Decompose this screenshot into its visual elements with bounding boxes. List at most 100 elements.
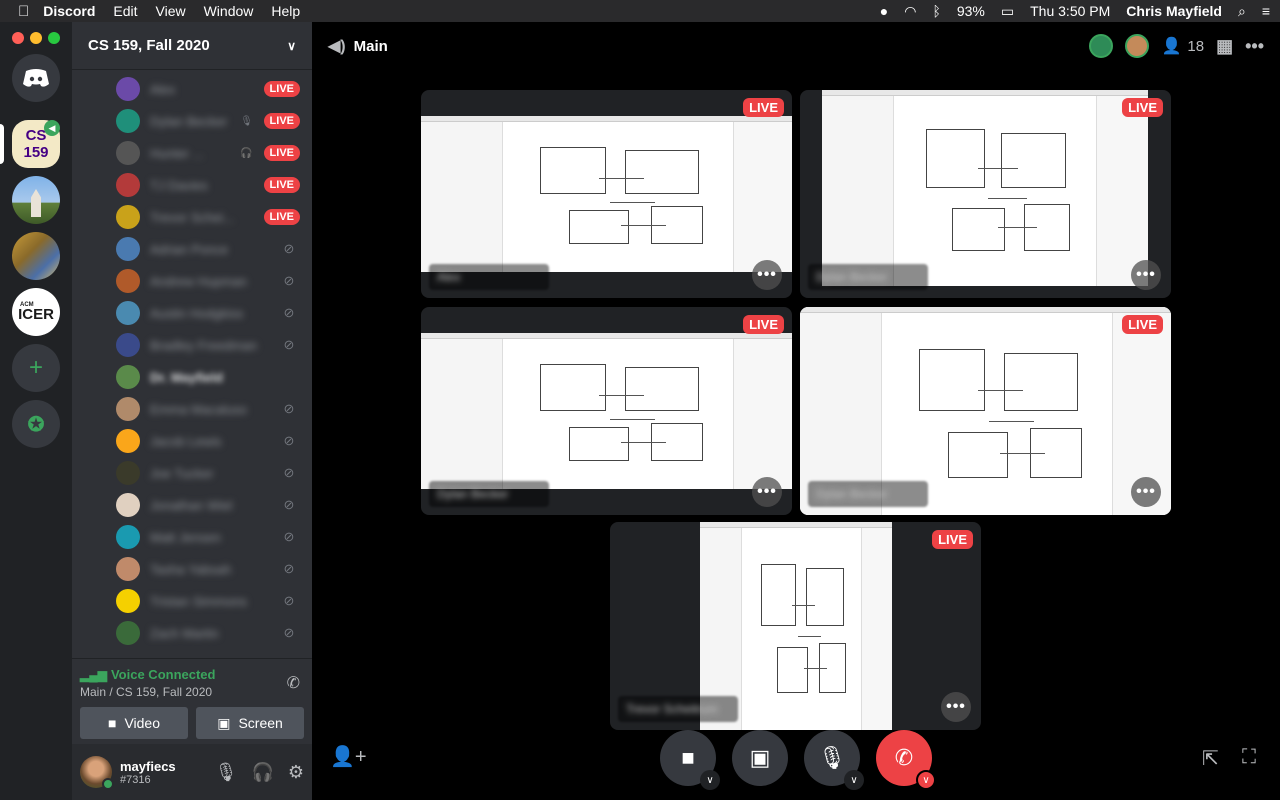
menu-help[interactable]: Help	[271, 3, 300, 19]
voice-status[interactable]: Voice Connected	[111, 667, 216, 682]
avatar	[116, 365, 140, 389]
mute-button[interactable]: 🎙 ∨	[804, 730, 864, 790]
avatar	[116, 77, 140, 101]
speaker-icon: ◀)	[328, 38, 346, 55]
invite-icon[interactable]: 👤+	[330, 744, 367, 769]
member-row[interactable]: Joe Tucker ⊘	[116, 458, 306, 488]
wifi-icon[interactable]: ◠	[904, 3, 916, 20]
avatar	[116, 301, 140, 325]
member-name: Dr. Mayfield	[150, 369, 223, 385]
muted-icon: ⊘	[283, 625, 295, 640]
screen-share-button[interactable]: ▣ Screen	[196, 707, 304, 739]
menu-edit[interactable]: Edit	[113, 3, 137, 19]
stream-more-options-icon[interactable]: •••	[752, 477, 782, 507]
server-church[interactable]	[12, 176, 60, 224]
member-row[interactable]: Hunter ... 🎧 LIVE	[116, 138, 306, 168]
layout-icon[interactable]: ▦	[1216, 36, 1233, 57]
camera-button[interactable]: ■ ∨	[660, 730, 720, 790]
streamer-name: Trevor Scheitrum	[626, 702, 718, 716]
member-row[interactable]: Matt Jensen ⊘	[116, 522, 306, 552]
explore-servers-button[interactable]: ✪	[12, 400, 60, 448]
apple-icon[interactable]: 	[18, 3, 29, 20]
minimize-window-button[interactable]	[30, 32, 42, 44]
member-row[interactable]: Alex LIVE	[116, 74, 306, 104]
user-tag[interactable]: #7316	[120, 774, 215, 786]
voice-stage: ◀) Main 👤 18 ▦ ••• LIVE Alex ••• LIVE Dylan …	[312, 22, 1280, 800]
headphones-icon[interactable]: 🎧	[251, 762, 273, 783]
member-row[interactable]: Jonathan Wiel ⊘	[116, 490, 306, 520]
pop-out-icon[interactable]: ⇱	[1202, 746, 1219, 771]
disconnect-options-chevron-icon[interactable]: ∨	[916, 770, 936, 790]
menu-view[interactable]: View	[156, 3, 186, 19]
avatar[interactable]	[80, 756, 114, 790]
stream-more-options-icon[interactable]: •••	[941, 692, 971, 722]
zoom-window-button[interactable]	[48, 32, 60, 44]
member-name: Adrian Ponce	[150, 241, 229, 257]
member-row[interactable]: Emma Macaluso ⊘	[116, 394, 306, 424]
video-button[interactable]: ■ Video	[80, 707, 188, 739]
server-icer[interactable]: ACM ICER	[12, 288, 60, 336]
share-screen-button[interactable]: ▣	[732, 730, 788, 786]
member-row[interactable]: Adrian Ponce ⊘	[116, 234, 306, 264]
username[interactable]: mayfiecs	[120, 759, 215, 774]
home-button[interactable]	[12, 54, 60, 102]
member-row[interactable]: Bradley Freedman ⊘	[116, 330, 306, 360]
stream-more-options-icon[interactable]: •••	[1131, 477, 1161, 507]
stream-tile[interactable]: LIVE Dylan Becker •••	[800, 307, 1171, 515]
stream-tile[interactable]: LIVE Dylan Becker •••	[800, 90, 1171, 298]
disconnect-icon[interactable]: ✆	[287, 673, 300, 693]
people-icon[interactable]: 👤	[1161, 36, 1181, 56]
mic-options-chevron-icon[interactable]: ∨	[844, 770, 864, 790]
more-options-icon[interactable]: •••	[1245, 36, 1264, 57]
participant-avatar[interactable]	[1089, 34, 1114, 58]
search-icon[interactable]: ⌕	[1238, 3, 1246, 20]
member-row[interactable]: Austin Hodgkiss ⊘	[116, 298, 306, 328]
battery-icon[interactable]: ▭	[1001, 3, 1014, 20]
stream-tile[interactable]: LIVE Alex •••	[421, 90, 792, 298]
shared-screen	[822, 90, 1148, 286]
camera-options-chevron-icon[interactable]: ∨	[700, 770, 720, 790]
member-row[interactable]: Andrew Hupman ⊘	[116, 266, 306, 296]
member-row[interactable]: Dr. Mayfield	[116, 362, 306, 392]
close-window-button[interactable]	[12, 32, 24, 44]
clock[interactable]: Thu 3:50 PM	[1030, 3, 1110, 19]
disconnect-button[interactable]: ✆ ∨	[876, 730, 936, 790]
notification-center-icon[interactable]: ≡	[1262, 3, 1270, 19]
menu-window[interactable]: Window	[204, 3, 254, 19]
signal-icon[interactable]: ▂▄▆	[80, 668, 107, 682]
live-badge: LIVE	[1122, 98, 1163, 117]
avatar	[116, 109, 140, 133]
app-menu[interactable]: Discord	[43, 3, 95, 19]
compass-icon: ✪	[27, 413, 45, 436]
member-name: Andrew Hupman	[150, 273, 247, 289]
stream-more-options-icon[interactable]: •••	[1131, 260, 1161, 290]
member-row[interactable]: Tristan Simmons ⊘	[116, 586, 306, 616]
user-name[interactable]: Chris Mayfield	[1126, 3, 1222, 19]
avatar	[116, 557, 140, 581]
member-row[interactable]: Zach Martin ⊘	[116, 618, 306, 648]
gear-icon[interactable]: ⚙	[288, 762, 304, 783]
add-server-button[interactable]: +	[12, 344, 60, 392]
member-name: Tasha Yabsah	[150, 561, 232, 577]
stream-tile[interactable]: LIVE Trevor Scheitrum •••	[610, 522, 981, 730]
server-group-photo[interactable]	[12, 232, 60, 280]
member-row[interactable]: Trevor Schei... LIVE	[116, 202, 306, 232]
discord-logo-icon	[23, 69, 49, 87]
avatar	[116, 429, 140, 453]
stream-tile[interactable]: LIVE Dylan Becker •••	[421, 307, 792, 515]
record-icon[interactable]: ●	[880, 3, 888, 19]
member-row[interactable]: Jacob Lewis ⊘	[116, 426, 306, 456]
member-row[interactable]: Tasha Yabsah ⊘	[116, 554, 306, 584]
bluetooth-icon[interactable]: ᛒ	[932, 3, 940, 19]
member-name: Jacob Lewis	[150, 433, 222, 449]
stream-more-options-icon[interactable]: •••	[752, 260, 782, 290]
member-row[interactable]: Dylan Becker 🎙 LIVE	[116, 106, 306, 136]
voice-location[interactable]: Main / CS 159, Fall 2020	[80, 685, 212, 699]
participant-avatar[interactable]	[1125, 34, 1150, 58]
server-header[interactable]: CS 159, Fall 2020 ∨	[72, 22, 312, 70]
channel-header: ◀) Main 👤 18 ▦ •••	[312, 22, 1280, 70]
microphone-icon[interactable]: 🎙	[215, 762, 238, 783]
member-name: Tristan Simmons	[150, 593, 248, 609]
fullscreen-icon[interactable]: ⛶	[1242, 746, 1256, 769]
member-row[interactable]: TJ Davies LIVE	[116, 170, 306, 200]
